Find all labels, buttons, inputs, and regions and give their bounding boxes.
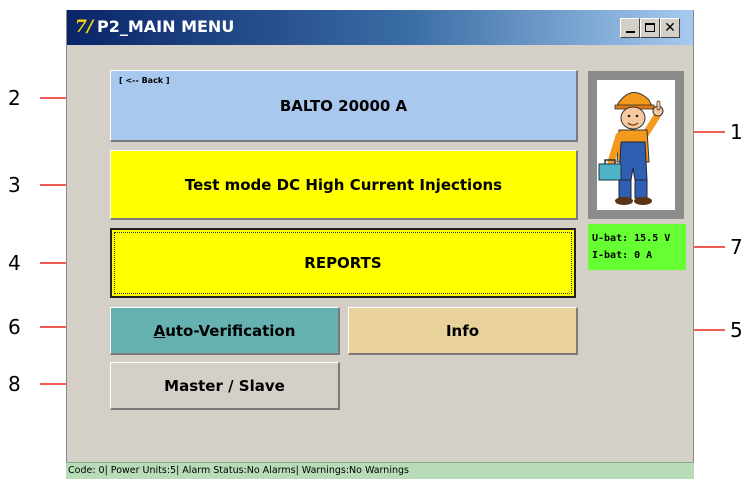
avatar-image-area xyxy=(597,80,675,210)
focus-rectangle xyxy=(114,232,572,294)
callout-5: 5 xyxy=(730,318,743,342)
close-button[interactable]: ✕ xyxy=(660,18,680,38)
maximize-button[interactable] xyxy=(640,18,660,38)
auto-verification-label: Auto-Verification xyxy=(154,322,296,340)
info-label: Info xyxy=(445,321,480,340)
status-bar-text: Code: 0| Power Units:5| Alarm Status:No … xyxy=(68,465,409,476)
master-slave-label: Master / Slave xyxy=(164,376,285,395)
mnemonic-char: A xyxy=(153,321,166,340)
reports-button[interactable]: REPORTS xyxy=(110,228,576,298)
window-title: P2_MAIN MENU xyxy=(97,17,235,36)
master-slave-button[interactable]: Master / Slave xyxy=(110,362,340,410)
auto-verification-rest: uto-Verification xyxy=(165,321,296,340)
worker-with-toolbox-icon xyxy=(598,92,664,205)
u-bat-value: U-bat: 15.5 V xyxy=(592,233,671,244)
status-bar: Code: 0| Power Units:5| Alarm Status:No … xyxy=(66,462,694,479)
callout-2: 2 xyxy=(8,86,21,110)
device-back-button[interactable]: [ <-- Back ] BALTO 20000 A xyxy=(110,70,578,142)
callout-4: 4 xyxy=(8,251,21,275)
app-logo-icon: 7/ xyxy=(75,17,94,37)
maximize-icon xyxy=(645,23,655,32)
battery-status-panel: U-bat: 15.5 V I-bat: 0 A xyxy=(588,224,686,270)
test-mode-button[interactable]: Test mode DC High Current Injections xyxy=(110,150,578,220)
callout-8: 8 xyxy=(8,372,21,396)
close-icon: ✕ xyxy=(664,20,676,36)
title-bar[interactable]: 7/ P2_MAIN MENU ✕ xyxy=(67,10,693,45)
minimize-button[interactable] xyxy=(620,18,640,38)
callout-7: 7 xyxy=(730,235,743,259)
avatar xyxy=(588,71,684,219)
minimize-icon xyxy=(626,31,635,33)
test-mode-label: Test mode DC High Current Injections xyxy=(184,175,503,194)
auto-verification-button[interactable]: Auto-Verification xyxy=(110,307,340,355)
i-bat-value: I-bat: 0 A xyxy=(592,250,653,261)
device-name: BALTO 20000 A xyxy=(279,96,408,115)
callout-1: 1 xyxy=(730,120,743,144)
callout-6: 6 xyxy=(8,315,21,339)
back-label: [ <-- Back ] xyxy=(119,76,170,85)
callout-3: 3 xyxy=(8,173,21,197)
info-button[interactable]: Info xyxy=(348,307,578,355)
